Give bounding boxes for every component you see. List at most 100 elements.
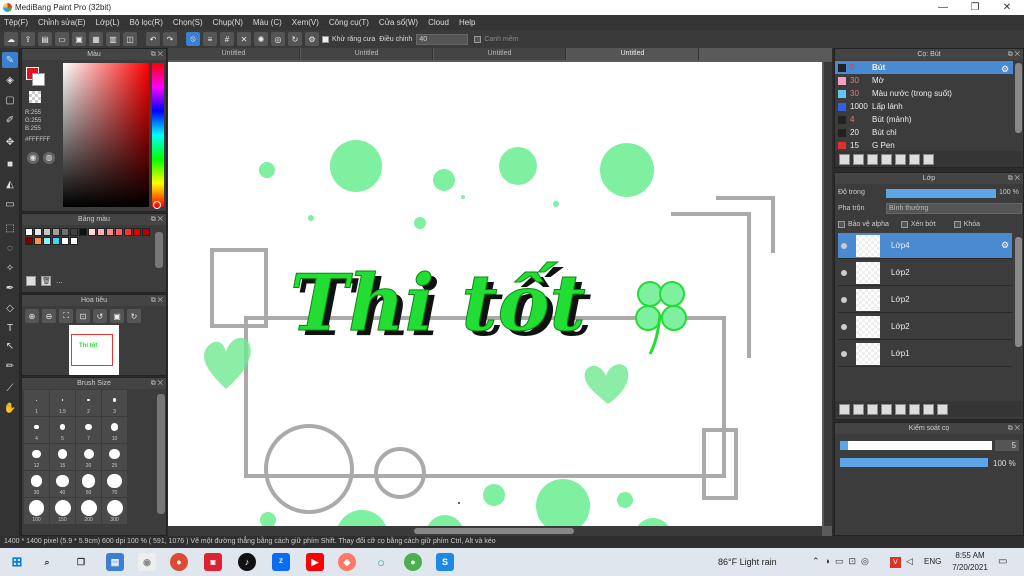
layer-visibility-icon[interactable]	[841, 297, 847, 303]
zoom-in-icon[interactable]: ⊕	[25, 309, 39, 323]
antialias-checkbox[interactable]	[322, 35, 329, 43]
zoom-out-icon[interactable]: ⊖	[42, 309, 56, 323]
brush-folder-icon[interactable]	[853, 153, 864, 165]
brush-size-cell[interactable]: 3	[102, 390, 127, 416]
eyedropper-tool-icon[interactable]: ⟋	[2, 380, 18, 396]
operation-tool-icon[interactable]: ↖	[2, 338, 18, 354]
skype-icon[interactable]: S	[436, 553, 454, 571]
palette-swatch[interactable]	[43, 237, 51, 245]
brush-size-slider[interactable]	[840, 441, 992, 450]
select-eraser-tool-icon[interactable]: ◇	[2, 300, 18, 316]
brush-size-cell[interactable]: 15	[50, 444, 75, 470]
open-icon[interactable]: ▤	[38, 32, 52, 46]
task-view-icon[interactable]: ❐	[72, 553, 90, 571]
layer-list-scrollbar[interactable]	[1015, 237, 1022, 347]
divide-tool-icon[interactable]: ✏	[2, 358, 18, 374]
layer-visibility-icon[interactable]	[841, 324, 847, 330]
brush-size-cell[interactable]: 12	[24, 444, 49, 470]
brush-export-icon[interactable]	[895, 153, 906, 165]
smooth-checkbox[interactable]	[474, 35, 482, 43]
panel-close-icon[interactable]: ⧉ ✕	[151, 295, 163, 306]
palette-swatch[interactable]	[124, 228, 132, 236]
brush-item[interactable]: 1000 Lấp lánh	[835, 100, 1013, 113]
app-icon-ring[interactable]: ○	[372, 553, 390, 571]
layer-opacity-slider[interactable]	[886, 189, 996, 198]
palette-swatch[interactable]	[61, 237, 69, 245]
brush-size-cell[interactable]: 40	[50, 471, 75, 497]
brush-size-cell[interactable]: 70	[102, 471, 127, 497]
palette-swatch[interactable]	[97, 228, 105, 236]
brush-size-cell[interactable]: 100	[24, 498, 49, 524]
brush-size-cell[interactable]: 300	[102, 498, 127, 524]
document-tab[interactable]: Untitled	[567, 48, 699, 60]
merge-layer-icon[interactable]	[923, 403, 934, 415]
dot-tool-icon[interactable]: ✐	[2, 112, 18, 128]
palette-swatch[interactable]	[79, 228, 87, 236]
brush-item[interactable]: 4 Bút (mảnh)	[835, 113, 1013, 126]
protect-alpha-checkbox[interactable]	[838, 221, 845, 228]
menu-item[interactable]: Chọn(S)	[173, 18, 203, 27]
brush-size-cell[interactable]: 30	[24, 471, 49, 497]
file-explorer-icon[interactable]: ▤	[106, 553, 124, 571]
palette-swatch[interactable]	[43, 228, 51, 236]
save-icon[interactable]: ▣	[72, 32, 86, 46]
palette-scrollbar[interactable]	[155, 232, 163, 268]
brush-item[interactable]: 30 Mờ	[835, 74, 1013, 87]
menu-item[interactable]: Chỉnh sửa(E)	[38, 18, 86, 27]
settings-icon[interactable]: ⚙	[305, 32, 319, 46]
select-tool-icon[interactable]: ⬚	[2, 220, 18, 236]
brush-size-cell[interactable]: 7	[76, 417, 101, 443]
menu-item[interactable]: Bộ lọc(R)	[130, 18, 163, 27]
menu-item[interactable]: Xem(V)	[292, 18, 319, 27]
palette-icon[interactable]: ◉	[27, 152, 39, 164]
bucket-tool-icon[interactable]: ◭	[2, 176, 18, 192]
search-icon[interactable]: ⌕	[38, 553, 56, 571]
palette-swatch[interactable]	[25, 237, 33, 245]
gradient-tool-icon[interactable]: ▭	[2, 196, 18, 212]
palette-swatch[interactable]	[34, 228, 42, 236]
actual-size-icon[interactable]: ⊡	[76, 309, 90, 323]
brush-size-cell[interactable]: 4	[24, 417, 49, 443]
panel-close-icon[interactable]: ⧉ ✕	[151, 214, 163, 225]
snap-grid-icon[interactable]: #	[220, 32, 234, 46]
app-icon-droplet[interactable]: ◆	[338, 553, 356, 571]
brush-size-cell[interactable]: 2	[76, 390, 101, 416]
menu-item[interactable]: Công cụ(T)	[329, 18, 369, 27]
vertical-scrollbar[interactable]	[824, 62, 832, 526]
grid-icon[interactable]: ▥	[106, 32, 120, 46]
layer-visibility-icon[interactable]	[841, 270, 847, 276]
app-icon-2[interactable]: ◉	[138, 553, 156, 571]
shape-tool-icon[interactable]: ▢	[2, 92, 18, 108]
document-tab[interactable]: Untitled	[301, 48, 433, 60]
rotate-right-icon[interactable]: ↻	[127, 309, 141, 323]
brush-duplicate-icon[interactable]	[909, 153, 920, 165]
lasso-tool-icon[interactable]: ◌	[2, 240, 18, 256]
weather-widget[interactable]: 86°F Light rain	[718, 557, 777, 567]
brush-item[interactable]: 5 Bút	[835, 61, 1013, 74]
delete-palette-icon[interactable]: 🗑	[41, 276, 51, 286]
drawing-canvas[interactable]: Thi tốt Thi tốt	[168, 62, 822, 526]
rotate-left-icon[interactable]: ↺	[93, 309, 107, 323]
magic-wand-tool-icon[interactable]: ✧	[2, 260, 18, 276]
chrome-icon[interactable]: ●	[170, 553, 188, 571]
brush-size-cell[interactable]: 200	[76, 498, 101, 524]
text-tool-icon[interactable]: T	[2, 320, 18, 336]
document-tab[interactable]: Untitled	[168, 48, 300, 60]
snap-radial-icon[interactable]: ✺	[254, 32, 268, 46]
brush-size-cell[interactable]: 10	[102, 417, 127, 443]
brush-item[interactable]: 30 Màu nước (trong suốt)	[835, 87, 1013, 100]
palette-swatch[interactable]	[115, 228, 123, 236]
new-layer-icon[interactable]	[839, 403, 850, 415]
duplicate-layer-icon[interactable]	[909, 403, 920, 415]
brush-settings-icon[interactable]: ⚙	[1001, 64, 1009, 75]
blend-mode-select[interactable]: Bình thường	[886, 203, 1022, 214]
menu-item[interactable]: Help	[459, 18, 475, 27]
palette-swatch[interactable]	[25, 228, 33, 236]
brush-delete-icon[interactable]	[923, 153, 934, 165]
reset-icon[interactable]: ▣	[110, 309, 124, 323]
panel-close-icon[interactable]: ⧉ ✕	[151, 378, 163, 389]
palette-swatch[interactable]	[133, 228, 141, 236]
palette-more[interactable]: ...	[56, 276, 63, 285]
layer-row[interactable]: Lớp2	[838, 287, 1012, 313]
layer-row[interactable]: Lớp1	[838, 341, 1012, 367]
